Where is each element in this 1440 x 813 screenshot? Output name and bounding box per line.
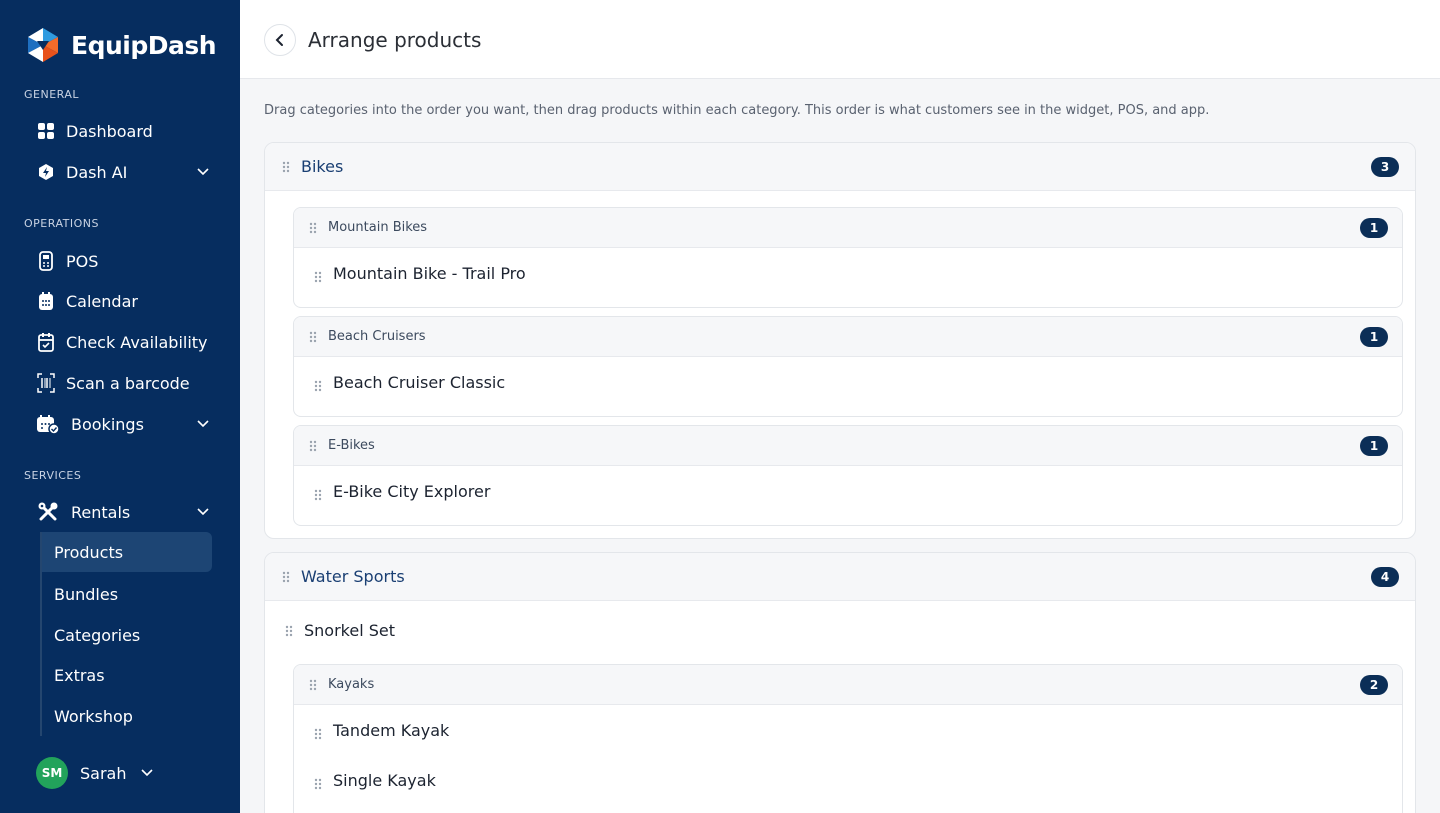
product-row[interactable]: Tandem Kayak [294,705,1402,755]
chevron-down-icon[interactable] [196,417,210,431]
equipdash-logo-icon [28,28,58,62]
sidebar-item-rentals[interactable]: Rentals [36,496,216,528]
product-name: Mountain Bike - Trail Pro [333,264,526,283]
sidebar-item-label: Rentals [71,502,131,522]
instructions-text: Drag categories into the order you want,… [264,103,1210,118]
subcategory-card[interactable]: Mountain Bikes 1 Mountain Bike - Trail P… [293,207,1403,308]
sidebar-item-label: Dashboard [66,121,153,141]
chevron-down-icon[interactable] [196,505,210,519]
category-header[interactable]: Water Sports 4 [265,553,1415,601]
category-card[interactable]: Water Sports 4 Snorkel Set Kayaks 2 Tand… [264,552,1416,813]
ai-hexagon-icon [36,162,56,182]
sidebar-item-label: Scan a barcode [66,373,190,393]
subcategory-card[interactable]: Kayaks 2 Tandem Kayak Single Kayak [293,664,1403,813]
user-menu[interactable]: SM Sarah [36,757,154,789]
sidebar-item-pos[interactable]: POS [36,245,216,277]
back-button[interactable] [264,24,296,56]
category-card[interactable]: Bikes 3 Mountain Bikes 1 Mountain Bike -… [264,142,1416,539]
dashboard-grid-icon [36,121,56,141]
subcategory-header[interactable]: Kayaks 2 [294,665,1402,705]
category-title: Water Sports [301,567,405,586]
sidebar-item-dashboard[interactable]: Dashboard [36,115,216,147]
chevron-down-icon[interactable] [196,165,210,179]
rentals-tools-icon [36,502,60,522]
subcategory-title: Mountain Bikes [328,220,428,235]
subcategory-card[interactable]: Beach Cruisers 1 Beach Cruiser Classic [293,316,1403,417]
product-row[interactable]: Single Kayak [294,755,1402,805]
drag-handle-icon[interactable] [309,222,317,234]
bookings-calendar-icon [36,414,60,434]
count-badge: 1 [1360,327,1388,347]
sidebar-subitem-workshop[interactable]: Workshop [42,696,212,736]
product-name: Single Kayak [333,771,436,790]
product-row[interactable]: E-Bike City Explorer [294,466,1402,516]
page-title: Arrange products [308,28,482,52]
sidebar-item-calendar[interactable]: Calendar [36,285,216,317]
count-badge: 4 [1371,567,1399,587]
sidebar-item-bookings[interactable]: Bookings [36,408,216,440]
subcategory-header[interactable]: E-Bikes 1 [294,426,1402,466]
drag-handle-icon[interactable] [314,728,322,740]
product-name: E-Bike City Explorer [333,482,491,501]
category-header[interactable]: Bikes 3 [265,143,1415,191]
subcategory-header[interactable]: Beach Cruisers 1 [294,317,1402,357]
section-label-general: GENERAL [24,88,80,101]
count-badge: 3 [1371,157,1399,177]
drag-handle-icon[interactable] [282,161,290,173]
sidebar-item-check-availability[interactable]: Check Availability [36,326,216,358]
count-badge: 1 [1360,218,1388,238]
subcategory-header[interactable]: Mountain Bikes 1 [294,208,1402,248]
chevron-down-icon[interactable] [140,766,154,780]
subcategory-title: Beach Cruisers [328,329,426,344]
category-title: Bikes [301,157,344,176]
user-name: Sarah [80,763,127,783]
subcategory-title: E-Bikes [328,438,375,453]
section-label-services: SERVICES [24,469,82,482]
sidebar-item-label: Check Availability [66,332,208,352]
calendar-icon [36,291,56,311]
drag-handle-icon[interactable] [309,331,317,343]
drag-handle-icon[interactable] [314,380,322,392]
section-label-operations: OPERATIONS [24,217,99,230]
sidebar-item-label: Bookings [71,414,144,434]
drag-handle-icon[interactable] [285,625,293,637]
sidebar-item-scan-barcode[interactable]: Scan a barcode [36,367,216,399]
sidebar-subitem-bundles[interactable]: Bundles [42,574,212,614]
product-name: Snorkel Set [304,621,396,640]
sidebar-item-label: Dash AI [66,162,128,182]
brand[interactable]: EquipDash [24,26,217,64]
subcategory-title: Kayaks [328,677,375,692]
product-name: Tandem Kayak [333,721,450,740]
product-row[interactable]: Snorkel Set [265,601,1415,661]
sidebar-subitem-categories[interactable]: Categories [42,615,212,655]
sidebar-item-dash-ai[interactable]: Dash AI [36,156,216,188]
product-row[interactable]: Mountain Bike - Trail Pro [294,248,1402,298]
sidebar-item-label: Calendar [66,291,138,311]
sidebar-subitem-extras[interactable]: Extras [42,655,212,695]
subcategory-card[interactable]: E-Bikes 1 E-Bike City Explorer [293,425,1403,526]
drag-handle-icon[interactable] [282,571,290,583]
sidebar-item-label: POS [66,251,99,271]
page-header: Arrange products [240,0,1440,79]
count-badge: 2 [1360,675,1388,695]
product-name: Beach Cruiser Classic [333,373,506,392]
brand-name: EquipDash [71,30,217,60]
sidebar: EquipDash GENERAL Dashboard Dash AI OPER… [0,0,240,813]
drag-handle-icon[interactable] [309,679,317,691]
product-row[interactable]: Beach Cruiser Classic [294,357,1402,407]
chevron-left-icon [275,34,283,46]
pos-terminal-icon [36,251,56,271]
drag-handle-icon[interactable] [314,271,322,283]
drag-handle-icon[interactable] [314,778,322,790]
avatar: SM [36,757,68,789]
count-badge: 1 [1360,436,1388,456]
sidebar-subitem-products[interactable]: Products [42,532,212,572]
calendar-check-icon [36,332,56,352]
barcode-scan-icon [36,373,56,393]
drag-handle-icon[interactable] [314,489,322,501]
drag-handle-icon[interactable] [309,440,317,452]
